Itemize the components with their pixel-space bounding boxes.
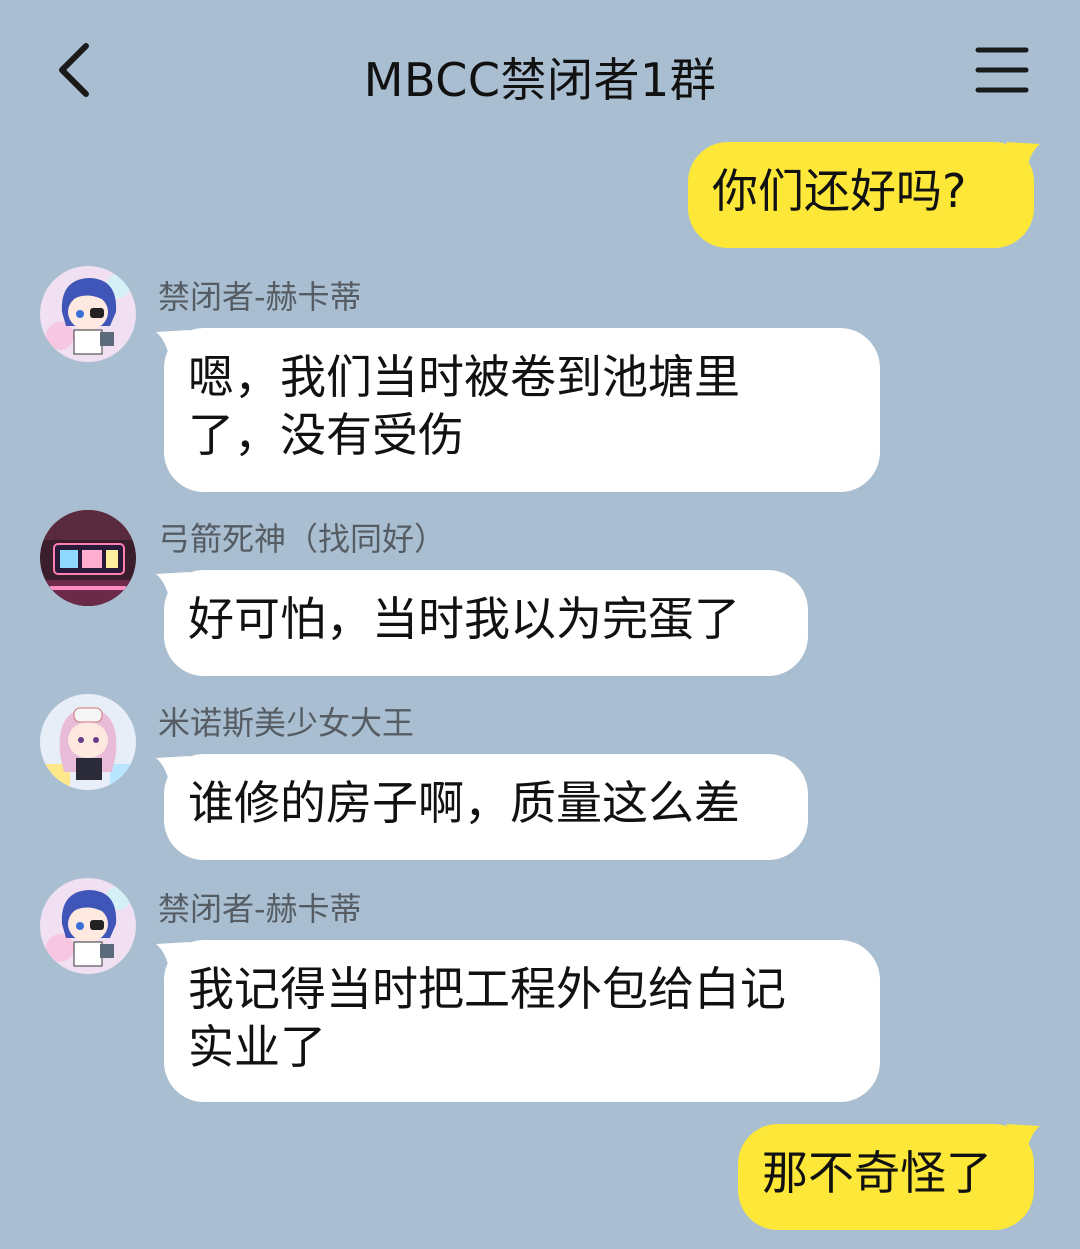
message-text-line: 谁修的房子啊，质量这么差 [188,776,740,830]
sender-name[interactable]: 禁闭者-赫卡蒂 [158,884,362,930]
chat-screen: MBCC禁闭者1群 你们还好吗? 禁闭者-赫卡蒂 嗯，我们当时被卷到池塘里 了，… [0,0,1080,1249]
message-text-line: 那不奇怪了 [762,1146,992,1200]
hecate-avatar[interactable] [40,266,136,362]
message-text-line: 好可怕，当时我以为完蛋了 [188,592,740,646]
hamburger-menu-icon [975,47,1029,93]
outgoing-message-bubble[interactable]: 那不奇怪了 [738,1124,1034,1230]
incoming-message-bubble[interactable]: 嗯，我们当时被卷到池塘里 了，没有受伤 [164,328,880,492]
incoming-message-bubble[interactable]: 谁修的房子啊，质量这么差 [164,754,808,860]
menu-button[interactable] [968,44,1034,98]
hecate-avatar-image [40,266,136,362]
sender-name[interactable]: 弓箭死神（找同好） [158,514,446,560]
pink-hair-girl-avatar-image [40,694,136,790]
incoming-message-bubble[interactable]: 我记得当时把工程外包给白记 实业了 [164,940,880,1102]
bubble-tail [1006,1124,1040,1154]
message-text-line: 了，没有受伤 [188,408,464,462]
neon-sign-avatar[interactable] [40,510,136,606]
message-text-line: 嗯，我们当时被卷到池塘里 [188,350,740,404]
hecate-avatar[interactable] [40,878,136,974]
hecate-avatar-image [40,878,136,974]
chat-title: MBCC禁闭者1群 [363,53,717,107]
neon-sign-avatar-image [40,510,136,606]
message-text-line: 实业了 [188,1020,326,1074]
pink-hair-girl-avatar[interactable] [40,694,136,790]
sender-name[interactable]: 禁闭者-赫卡蒂 [158,272,362,318]
outgoing-message-bubble[interactable]: 你们还好吗? [688,142,1034,248]
message-text-line: 你们还好吗? [712,164,967,218]
chat-header: MBCC禁闭者1群 [0,0,1080,140]
bubble-tail [1006,142,1040,172]
incoming-message-bubble[interactable]: 好可怕，当时我以为完蛋了 [164,570,808,676]
message-text-line: 我记得当时把工程外包给白记 [188,962,786,1016]
sender-name[interactable]: 米诺斯美少女大王 [158,698,414,744]
